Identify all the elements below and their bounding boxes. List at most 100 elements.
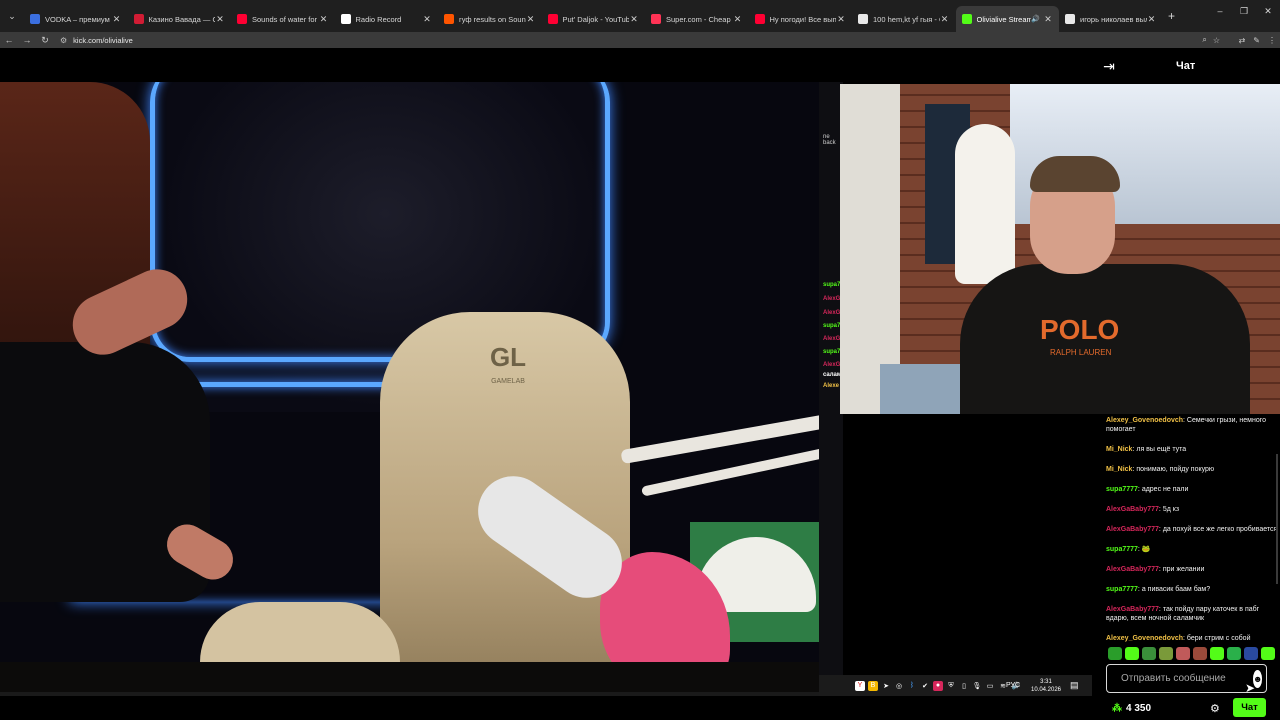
close-icon[interactable]: ✕ <box>940 14 950 25</box>
browser-tab[interactable]: игорь николаев вылеч✕ <box>1059 6 1163 32</box>
chat-message: Alexey_Govenoedovch: бери стрим с собой <box>1092 632 1280 645</box>
browser-tab[interactable]: Казино Вавада — Официал✕ <box>128 6 232 32</box>
new-tab-button[interactable]: + <box>1163 9 1181 23</box>
mic-icon: 🎙 <box>972 682 982 690</box>
close-icon[interactable]: ✕ <box>112 14 122 25</box>
chat-footer: ⁂ 4 350 ⚙ Чат <box>1092 696 1280 720</box>
emote-row <box>1108 647 1278 661</box>
chat-message: Mi_Nick: понимаю, пойду покурю <box>1092 463 1280 476</box>
send-chat-button[interactable]: Чат <box>1233 698 1266 717</box>
address-bar[interactable]: ⚙ kick.com/olivialive <box>60 32 1220 48</box>
chat-username[interactable]: AlexGaBaby777 <box>1106 506 1159 513</box>
star-icon[interactable]: ☆ <box>1213 36 1220 45</box>
window-controls: – ❐ ✕ <box>1208 6 1280 17</box>
emote-icon[interactable] <box>1261 647 1275 660</box>
display-icon: ▭ <box>986 682 994 690</box>
url-text[interactable]: kick.com/olivialive <box>73 36 133 45</box>
chat-username[interactable]: Alexey_Govenoedovch <box>1106 635 1183 642</box>
chat-username[interactable]: AlexGaBaby777 <box>1106 566 1159 573</box>
mouse-cursor: ➤ <box>1245 681 1256 695</box>
maximize-icon[interactable]: ❐ <box>1232 6 1256 17</box>
video-progress-bar[interactable] <box>0 692 819 696</box>
close-icon[interactable]: ✕ <box>1043 14 1053 25</box>
tab-favicon-icon <box>1065 14 1075 24</box>
chevron-down-icon[interactable]: ⌄ <box>2 6 22 26</box>
chat-message: supa7777: 🐸 <box>1092 543 1280 556</box>
close-icon[interactable]: ✕ <box>422 14 432 25</box>
gear-icon[interactable]: ⚙ <box>1210 702 1220 715</box>
back-arrow-icon[interactable]: ← <box>0 35 18 45</box>
tune-icon[interactable]: ⚙ <box>60 36 67 45</box>
chat-username[interactable]: Alexey_Govenoedovch <box>1106 417 1183 424</box>
extension-icon[interactable]: ⇄ <box>1239 36 1246 45</box>
chat-message: supa7777: адрес не пали <box>1092 483 1280 496</box>
browser-tab[interactable]: Radio Record ✕ <box>335 6 439 32</box>
browser-tab[interactable]: Sounds of water for a chi✕ <box>231 6 335 32</box>
close-icon[interactable]: ✕ <box>629 14 639 25</box>
tab-favicon-icon <box>547 14 558 24</box>
browser-tab[interactable]: гуф results on SoundClou✕ <box>438 6 542 32</box>
tab-audio-icon[interactable]: 🔊 <box>1031 15 1040 23</box>
close-icon[interactable]: ✕ <box>215 14 225 25</box>
chat-username[interactable]: Mi_Nick <box>1106 446 1132 453</box>
chat-username[interactable]: supa7777 <box>1106 486 1138 493</box>
chat-scrollbar[interactable] <box>1276 454 1278 584</box>
browser-tab[interactable]: Olivialive Stream - Wa🔊✕ <box>955 6 1059 32</box>
zoom-icon[interactable]: ⌕ <box>1202 35 1206 45</box>
emote-icon[interactable] <box>1227 647 1241 660</box>
collapse-icon[interactable]: ⇥ <box>1096 58 1122 75</box>
browser-tab[interactable]: Put' Daljok - YouTube ✕ <box>542 6 646 32</box>
video-player[interactable]: GL GAMELAB <box>0 82 819 696</box>
tab-title: 100 hem,kt yf гыя - Googl <box>873 14 940 24</box>
close-icon[interactable]: ✕ <box>526 14 536 25</box>
emote-icon[interactable] <box>1193 647 1207 660</box>
browser-tab[interactable]: 100 hem,kt yf гыя - Googl✕ <box>852 6 956 32</box>
overlay-message: AlexG <box>823 296 841 302</box>
webcam-inset: POLO RALPH LAUREN <box>840 84 1280 414</box>
close-icon[interactable]: ✕ <box>836 14 846 25</box>
chat-text: понимаю, пойду покурю <box>1136 466 1215 473</box>
menu-icon[interactable]: ⋮ <box>1268 36 1276 45</box>
browser-tab[interactable]: Ну погоди! Все выпуски✕ <box>749 6 853 32</box>
close-icon[interactable]: ✕ <box>319 14 329 25</box>
overlay-message: AlexG <box>823 336 841 342</box>
emote-icon[interactable] <box>1159 647 1173 660</box>
chat-username[interactable]: AlexGaBaby777 <box>1106 606 1159 613</box>
tab-title: Sounds of water for a chi <box>252 14 319 24</box>
channel-points[interactable]: ⁂ 4 350 <box>1112 703 1151 714</box>
tab-favicon-icon <box>858 14 868 24</box>
chat-message: Alexey_Govenoedovch: Семечки грызи, немн… <box>1092 414 1280 436</box>
close-icon[interactable]: ✕ <box>1147 14 1157 25</box>
chat-title: Чат <box>1176 60 1196 72</box>
forward-arrow-icon[interactable]: → <box>18 35 36 45</box>
chat-username[interactable]: supa7777 <box>1106 586 1138 593</box>
emote-icon[interactable] <box>1176 647 1190 660</box>
browser-tab[interactable]: VODKA – премиум онлайн✕ <box>24 6 128 32</box>
chat-input-box[interactable]: ☻ <box>1106 664 1267 693</box>
emote-icon[interactable] <box>1244 647 1258 660</box>
chat-text: ля вы ещё тута <box>1136 446 1187 453</box>
close-icon[interactable]: ✕ <box>733 14 743 25</box>
taskbar-clock: 3:31 10.04.2026 <box>1026 678 1066 694</box>
tab-title: Put' Daljok - YouTube <box>562 14 630 24</box>
chat-username[interactable]: supa7777 <box>1106 546 1138 553</box>
chat-username[interactable]: AlexGaBaby777 <box>1106 526 1159 533</box>
chat-message-input[interactable] <box>1107 665 1253 692</box>
chat-username[interactable]: Mi_Nick <box>1106 466 1132 473</box>
browser-tab[interactable]: Super.com - Cheap hotel✕ <box>645 6 749 32</box>
chat-message: Mi_Nick: ля вы ещё тута <box>1092 443 1280 456</box>
chat-text: 5д кз <box>1162 506 1180 513</box>
chat-text: бери стрим с собой <box>1186 635 1251 642</box>
minimize-icon[interactable]: – <box>1208 6 1232 17</box>
close-window-icon[interactable]: ✕ <box>1256 6 1280 17</box>
extension-icon-2[interactable]: ✎ <box>1253 36 1260 45</box>
emote-icon[interactable] <box>1108 647 1122 660</box>
chat-list: Alexey_Govenoedovch: Семечки грызи, немн… <box>1092 414 1280 645</box>
reload-icon[interactable]: ↻ <box>36 35 54 46</box>
emote-icon[interactable] <box>1142 647 1156 660</box>
shirt-logo: POLO <box>1040 314 1120 345</box>
overlay-message: Alexe <box>823 383 840 389</box>
tab-title: гуф results on SoundClou <box>459 14 526 24</box>
emote-icon[interactable] <box>1125 647 1139 660</box>
emote-icon[interactable] <box>1210 647 1224 660</box>
